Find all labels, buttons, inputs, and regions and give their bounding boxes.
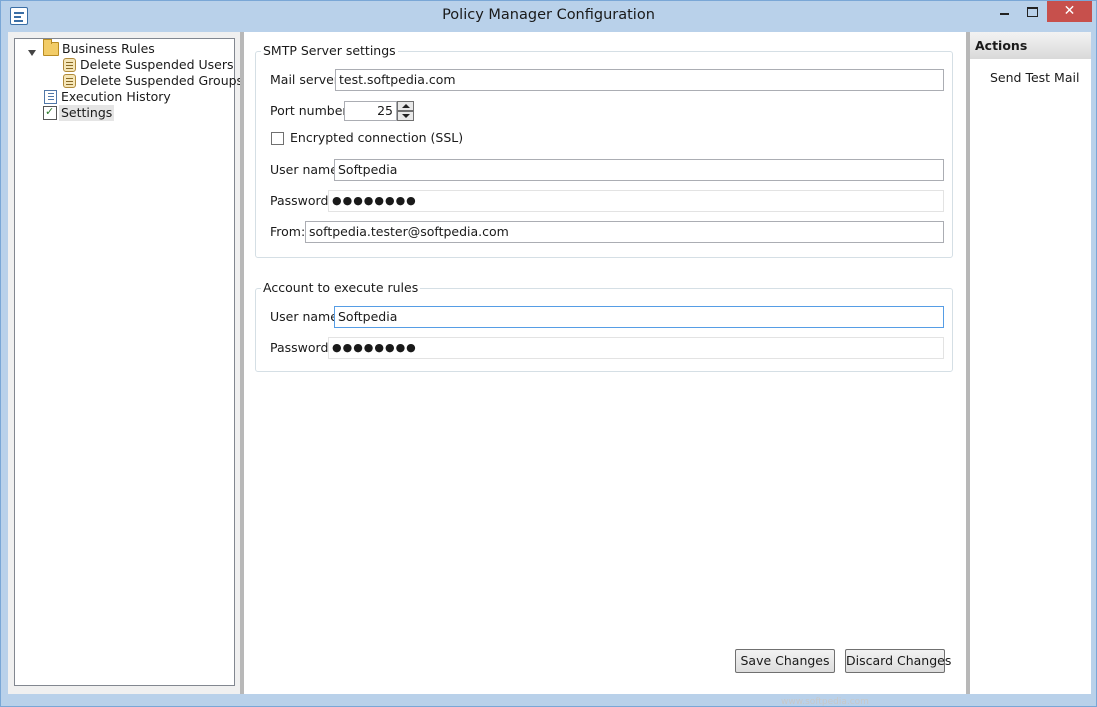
tree-item-label: Execution History <box>61 89 171 104</box>
tree-item-execution-history[interactable]: Execution History <box>21 89 221 105</box>
tree-item-label: Delete Suspended Users <box>80 57 234 72</box>
smtp-password-input[interactable]: ●●●●●●●● <box>328 190 944 212</box>
expand-arrow-icon[interactable] <box>28 50 36 56</box>
minimize-button[interactable] <box>989 1 1019 22</box>
maximize-button[interactable] <box>1019 1 1045 22</box>
ssl-checkbox[interactable] <box>271 132 284 145</box>
window-title: Policy Manager Configuration <box>442 7 655 23</box>
smtp-password-label: Password: <box>270 193 333 208</box>
ssl-label: Encrypted connection (SSL) <box>290 130 464 145</box>
spin-up-button[interactable] <box>397 101 414 111</box>
account-groupbox: Account to execute rules <box>255 280 953 372</box>
mail-server-input[interactable]: test.softpedia.com <box>335 69 944 91</box>
settings-panel: SMTP Server settings Mail server: test.s… <box>244 32 966 694</box>
tree-item-delete-suspended-users[interactable]: Delete Suspended Users <box>21 57 234 73</box>
smtp-username-label: User name: <box>270 162 343 177</box>
tree-item-settings[interactable]: Settings <box>21 104 221 121</box>
app-window: Policy Manager Configuration ✕ Business … <box>0 0 1097 707</box>
scroll-icon <box>63 74 76 88</box>
tree-item-delete-suspended-groups[interactable]: Delete Suspended Groups <box>21 73 243 89</box>
send-test-mail-link[interactable]: Send Test Mail <box>990 70 1079 85</box>
client-area: Business Rules Delete Suspended Users De… <box>8 32 1091 707</box>
spin-down-button[interactable] <box>397 111 414 121</box>
tree-item-business-rules[interactable]: Business Rules <box>21 39 221 57</box>
tree-item-label: Business Rules <box>62 41 155 56</box>
title-bar[interactable]: Policy Manager Configuration ✕ <box>1 1 1096 32</box>
account-group-title: Account to execute rules <box>261 280 421 296</box>
actions-panel: Actions Send Test Mail <box>970 32 1091 694</box>
mail-server-label: Mail server: <box>270 72 343 87</box>
smtp-username-input[interactable]: Softpedia <box>334 159 944 181</box>
settings-icon <box>43 104 57 120</box>
port-number-spinner <box>397 101 414 121</box>
port-number-input[interactable]: 25 <box>344 101 397 121</box>
smtp-group-title: SMTP Server settings <box>261 43 398 59</box>
folder-open-icon <box>43 39 59 56</box>
tree-item-label: Delete Suspended Groups <box>80 73 244 88</box>
account-username-input[interactable]: Softpedia <box>334 306 944 328</box>
port-number-label: Port number: <box>270 103 352 118</box>
actions-header: Actions <box>970 32 1091 59</box>
account-password-label: Password: <box>270 340 333 355</box>
navigation-tree[interactable]: Business Rules Delete Suspended Users De… <box>14 38 243 686</box>
tree-item-label: Settings <box>59 105 115 121</box>
account-password-input[interactable]: ●●●●●●●● <box>328 337 944 359</box>
scroll-icon <box>63 58 76 72</box>
save-changes-button[interactable]: Save Changes <box>735 649 835 673</box>
from-input[interactable]: softpedia.tester@softpedia.com <box>305 221 944 243</box>
notebook-icon <box>44 90 57 104</box>
discard-changes-button[interactable]: Discard Changes <box>845 649 951 673</box>
close-button[interactable]: ✕ <box>1047 1 1092 22</box>
account-username-label: User name: <box>270 309 343 324</box>
from-label: From: <box>270 224 306 239</box>
watermark-text: www.softpedia.com <box>781 697 869 707</box>
